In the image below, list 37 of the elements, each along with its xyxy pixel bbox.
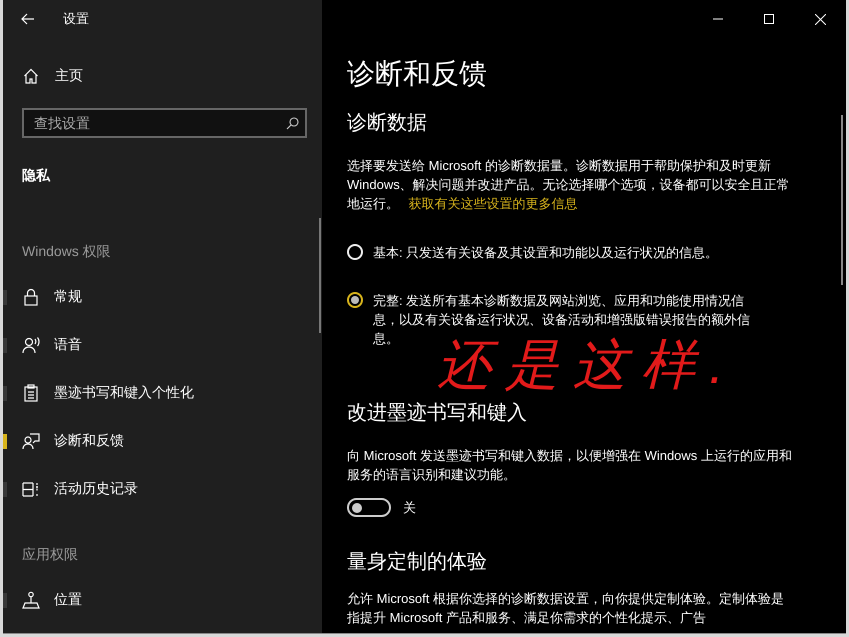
sidebar-item[interactable]: 活动历史记录 [3,465,138,513]
maximize-icon[interactable] [764,14,774,24]
search-icon [286,117,299,130]
page-title: 诊断和反馈 [347,57,488,91]
description-text: 选择要发送给 Microsoft 的诊断数据量。诊断数据用于帮助保护和及时更新 Windows、解决问题并改进产品。无论选择哪个选项，设备都可以安全且正常地运行。 获取有关这些设置的更多信息 [347,157,791,213]
more-info-link[interactable]: 获取有关这些设置的更多信息 [408,196,578,211]
section-heading: 诊断数据 [347,111,428,136]
home-link[interactable]: 主页 [3,56,322,96]
toggle-switch[interactable] [347,498,391,517]
toggle-label: 关 [403,498,416,516]
group-heading: 应用权限 [22,545,79,564]
description-text: 允许 Microsoft 根据你选择的诊断数据设置，向你提供定制体验。定制体验是指提升 Microsoft 产品和服务、满足你需求的个性化提示、广告 [347,590,785,627]
option-label: 基本: 只发送有关设备及其设置和功能以及运行状况的信息。 [373,244,718,262]
home-icon [23,68,39,84]
window-title: 设置 [63,10,89,28]
scrollbar[interactable] [319,218,321,333]
sidebar-item[interactable]: 常规 [3,273,82,321]
clipboard-icon [22,384,40,402]
sidebar-item[interactable]: 墨迹书写和键入个性化 [3,369,194,417]
radio-button[interactable] [347,292,363,308]
section-heading: 量身定制的体验 [347,550,488,575]
sidebar-item[interactable]: 诊断和反馈 [3,417,124,465]
sidebar-item[interactable]: 位置 [3,576,82,624]
section-title: 隐私 [22,166,52,185]
close-icon[interactable] [815,14,826,24]
section-heading: 改进墨迹书写和键入 [347,401,528,426]
search-field[interactable]: 查找设置 [22,108,307,138]
lock-icon [22,288,40,306]
location-icon [22,591,40,609]
group-heading: Windows 权限 [22,242,112,261]
back-arrow-icon[interactable] [21,13,35,25]
sidebar-item[interactable]: 语音 [3,321,82,369]
timeline-icon [22,480,40,498]
scrollbar[interactable] [841,115,843,285]
speech-icon [22,336,40,354]
feedback-icon [22,432,40,450]
description-text: 向 Microsoft 发送墨迹书写和键入数据，以便增强在 Windows 上运行的应用和服务的语言识别和建议功能。 [347,447,793,484]
